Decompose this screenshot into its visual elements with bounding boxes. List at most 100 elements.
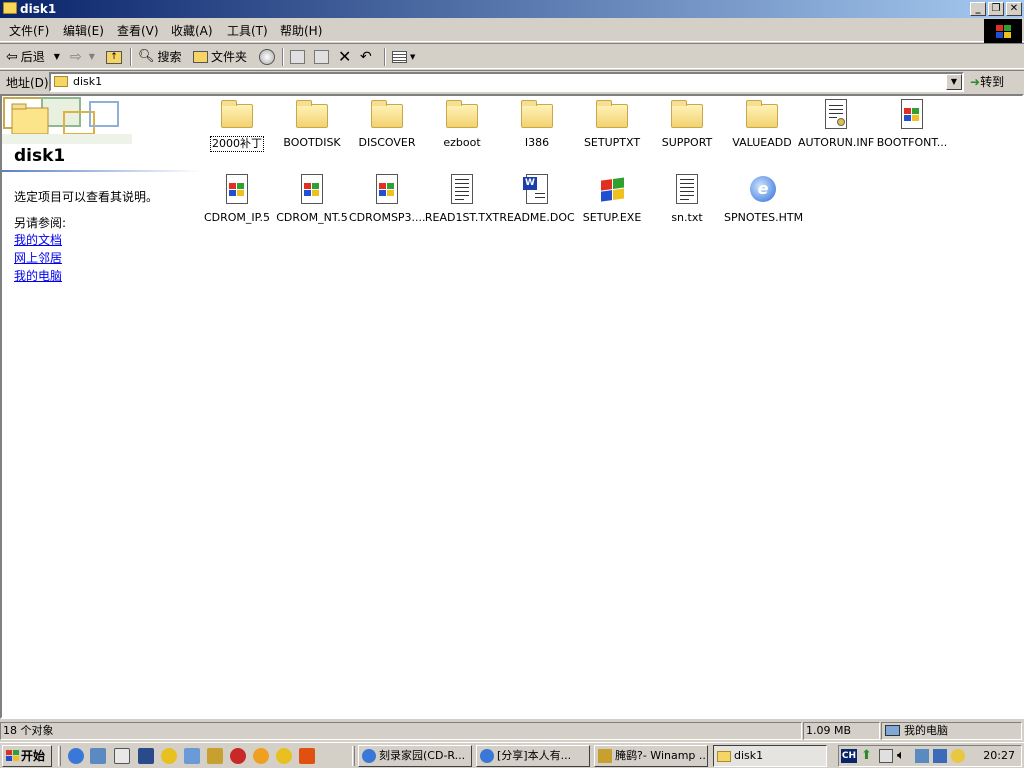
calculator-quicklaunch-icon[interactable]	[184, 748, 200, 764]
file-item[interactable]: VALUEADD	[724, 98, 800, 150]
address-dropdown-button[interactable]: ▼	[946, 74, 962, 90]
settings-file-icon	[825, 99, 847, 129]
file-item[interactable]: CDROM_IP.5	[199, 173, 275, 225]
up-folder-button[interactable]: ↑	[106, 48, 122, 66]
system-file-icon	[226, 174, 248, 204]
input-method-icon[interactable]	[915, 749, 929, 763]
status-bar: 18 个对象 1.09 MB 我的电脑	[0, 721, 1024, 741]
file-item[interactable]: DISCOVER	[349, 98, 425, 150]
file-item[interactable]: CDROMSP3....	[349, 173, 426, 225]
link-network-places[interactable]: 网上邻居	[14, 249, 62, 266]
taskbar-item[interactable]: 腌鹞?- Winamp ...	[594, 745, 708, 767]
minimize-button[interactable]: _	[970, 2, 986, 16]
selection-hint: 选定项目可以查看其说明。	[14, 190, 159, 204]
menu-favorites[interactable]: 收藏(A)	[168, 23, 216, 39]
taskbar-item[interactable]: 刻录家园(CD-R...	[358, 745, 472, 767]
update-arrow-icon[interactable]: ⬆	[861, 749, 875, 763]
clock: 20:27	[983, 749, 1015, 762]
taskbar-item-active[interactable]: disk1	[713, 745, 827, 767]
copy-to-button[interactable]	[314, 48, 329, 66]
app-quicklaunch-icon[interactable]	[253, 748, 269, 764]
up-folder-icon: ↑	[106, 50, 122, 64]
back-button[interactable]: ⇦ 后退 ▼	[6, 48, 60, 66]
folder-icon	[521, 100, 553, 128]
media-player-quicklaunch-icon[interactable]	[161, 748, 177, 764]
file-item[interactable]: I386	[499, 98, 575, 150]
network-icon[interactable]	[933, 749, 947, 763]
folders-button[interactable]: 文件夹	[193, 48, 247, 66]
desktop-quicklaunch-icon[interactable]	[114, 748, 130, 764]
see-also-label: 另请参阅:	[14, 216, 67, 230]
undo-button[interactable]: ↶	[360, 48, 372, 66]
file-item[interactable]: SETUP.EXE	[574, 173, 650, 225]
outlook-quicklaunch-icon[interactable]	[138, 748, 154, 764]
taskbar-divider	[352, 746, 355, 766]
file-item[interactable]: SETUPTXT	[574, 98, 650, 150]
history-button[interactable]	[259, 48, 275, 66]
link-my-documents[interactable]: 我的文档	[14, 231, 62, 248]
ie-window-icon	[362, 749, 376, 763]
address-input[interactable]: disk1 ▼	[49, 72, 964, 92]
move-to-button[interactable]	[290, 48, 305, 66]
volume-icon[interactable]: 🔈︎	[897, 749, 911, 763]
search-button[interactable]: 🔍︎ 搜索	[138, 48, 182, 66]
file-item[interactable]: CDROM_NT.5	[274, 173, 350, 225]
menu-tools[interactable]: 工具(T)	[224, 23, 271, 39]
ie-quicklaunch-icon[interactable]	[68, 748, 84, 764]
language-indicator[interactable]: CH	[841, 749, 857, 763]
start-button[interactable]: 开始	[2, 745, 52, 767]
tool-quicklaunch-icon[interactable]	[207, 748, 223, 764]
delete-icon: ✕	[338, 47, 352, 66]
text-file-icon	[676, 174, 698, 204]
folder-icon	[3, 2, 17, 14]
file-item[interactable]: BOOTFONT...	[874, 98, 950, 150]
explorer-window: disk1 _ ❐ ✕ 文件(F) 编辑(E) 查看(V) 收藏(A) 工具(T…	[0, 0, 1024, 742]
menu-view[interactable]: 查看(V)	[114, 23, 162, 39]
folder-view: disk1 选定项目可以查看其说明。 另请参阅: 我的文档 网上邻居 我的电脑 …	[0, 94, 1024, 719]
file-item[interactable]: W README.DOC	[499, 173, 575, 225]
move-to-icon	[290, 50, 305, 64]
folder-icon	[746, 100, 778, 128]
taskbar-item[interactable]: [分享]本人有...	[476, 745, 590, 767]
file-item[interactable]: sn.txt	[649, 173, 725, 225]
messenger-icon[interactable]	[951, 749, 965, 763]
views-button[interactable]: ▼	[392, 48, 415, 66]
copy-to-icon	[314, 50, 329, 64]
go-arrow-icon: ➜	[970, 75, 981, 89]
network-quicklaunch-icon[interactable]	[90, 748, 106, 764]
computer-icon	[885, 725, 900, 736]
menu-file[interactable]: 文件(F)	[6, 23, 52, 39]
toolbar: ⇦ 后退 ▼ ⇨ ▼ ↑ 🔍︎ 搜索 文件夹 ✕ ↶ ▼	[0, 43, 1024, 69]
player-quicklaunch-icon[interactable]	[230, 748, 246, 764]
file-item[interactable]: BOOTDISK	[274, 98, 350, 150]
menu-edit[interactable]: 编辑(E)	[60, 23, 107, 39]
restore-button[interactable]: ❐	[988, 2, 1004, 16]
html-file-icon: e	[750, 176, 776, 202]
foxmail-quicklaunch-icon[interactable]	[276, 748, 292, 764]
file-item[interactable]: ezboot	[424, 98, 500, 150]
winamp-quicklaunch-icon[interactable]	[299, 748, 315, 764]
views-icon	[392, 51, 407, 63]
windows-logo-icon	[984, 19, 1022, 43]
folder-icon	[446, 100, 478, 128]
search-icon: 🔍︎	[138, 49, 155, 64]
file-item[interactable]: AUTORUN.INF	[798, 98, 874, 150]
title-bar[interactable]: disk1 _ ❐ ✕	[0, 0, 1024, 18]
forward-button[interactable]: ⇨ ▼	[70, 48, 95, 66]
go-button[interactable]: ➜转到	[970, 73, 1004, 91]
system-file-icon	[301, 174, 323, 204]
system-file-icon	[901, 99, 923, 129]
keyboard-icon[interactable]	[879, 749, 893, 763]
file-item[interactable]: SUPPORT	[649, 98, 725, 150]
file-item[interactable]: 2000补丁	[199, 98, 275, 152]
close-button[interactable]: ✕	[1006, 2, 1022, 16]
file-item[interactable]: e SPNOTES.HTM	[724, 173, 803, 225]
windows-logo-icon	[6, 750, 19, 762]
menu-help[interactable]: 帮助(H)	[277, 23, 325, 39]
address-bar: 地址(D) disk1 ▼ ➜转到	[0, 70, 1024, 93]
link-my-computer[interactable]: 我的电脑	[14, 267, 62, 284]
file-item[interactable]: READ1ST.TXT	[424, 173, 500, 225]
delete-button[interactable]: ✕	[338, 48, 351, 66]
winamp-window-icon	[598, 749, 612, 763]
history-icon	[259, 49, 275, 65]
